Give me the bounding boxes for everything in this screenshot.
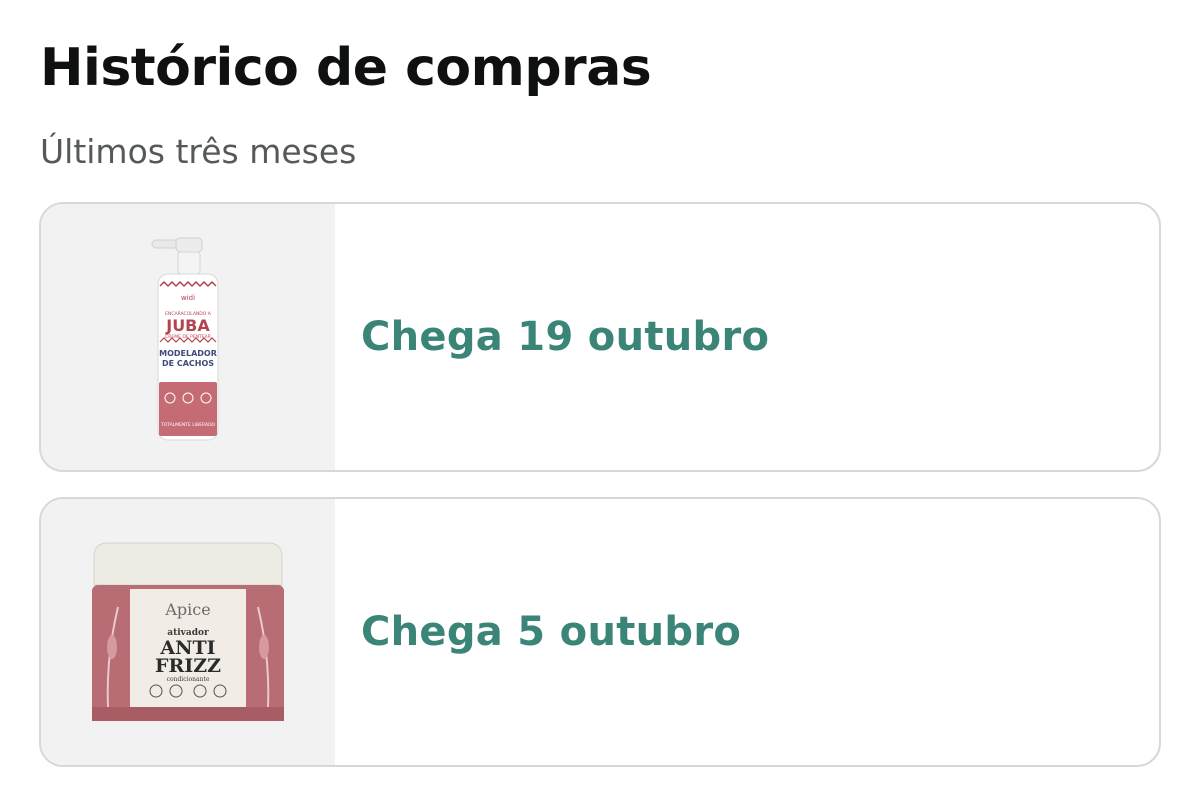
product-image[interactable]: Apice ativador ANTI FRIZZ condicionante — [41, 499, 335, 765]
label-name: JUBA — [165, 316, 210, 335]
page-subtitle: Últimos três meses — [40, 132, 357, 171]
label-footer: TOTALMENTE LIBERADO — [160, 422, 216, 428]
product-image[interactable]: widi ENCARACOLANDO A JUBA CREME DE PENTE… — [41, 204, 335, 470]
purchase-history-page: Histórico de compras Últimos três meses … — [0, 0, 1200, 785]
label-name2: FRIZZ — [155, 655, 221, 677]
label-sub: CREME DE PENTEAR — [165, 334, 211, 340]
order-card[interactable]: widi ENCARACOLANDO A JUBA CREME DE PENTE… — [39, 202, 1161, 472]
arrival-status[interactable]: Chega 5 outubro — [361, 609, 741, 655]
label-desc1: MODELADOR — [159, 349, 217, 358]
cream-jar-icon: Apice ativador ANTI FRIZZ condicionante — [92, 542, 284, 721]
page-title: Histórico de compras — [40, 38, 652, 98]
label-desc2: DE CACHOS — [162, 359, 214, 368]
label-brand: Apice — [164, 600, 210, 619]
label-sub: condicionante — [167, 676, 210, 683]
label-brand: widi — [181, 294, 195, 302]
arrival-status[interactable]: Chega 19 outubro — [361, 314, 769, 360]
order-card[interactable]: Apice ativador ANTI FRIZZ condicionante … — [39, 497, 1161, 767]
pump-bottle-icon: widi ENCARACOLANDO A JUBA CREME DE PENTE… — [151, 237, 219, 440]
